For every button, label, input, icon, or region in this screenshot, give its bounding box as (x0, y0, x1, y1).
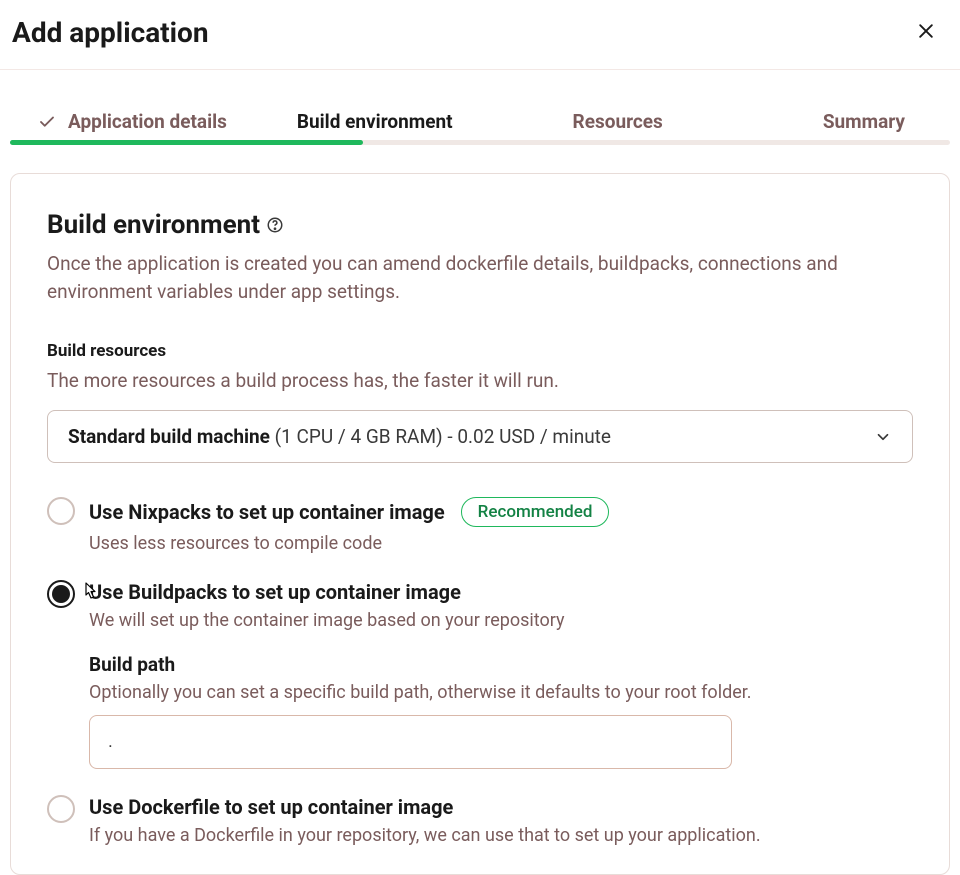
option-content: Use Buildpacks to set up container image… (89, 580, 913, 769)
build-resources-title: Build resources (47, 341, 913, 361)
section-title-row: Build environment (47, 210, 913, 240)
recommended-badge: Recommended (461, 497, 610, 527)
option-dockerfile[interactable]: Use Dockerfile to set up container image… (47, 795, 913, 846)
stepper: Application details Build environment Re… (0, 98, 960, 145)
select-value: Standard build machine (1 CPU / 4 GB RAM… (68, 425, 611, 448)
radio-nixpacks[interactable] (47, 497, 75, 525)
content-card: Build environment Once the application i… (10, 173, 950, 875)
chevron-down-icon (874, 428, 892, 446)
build-machine-select[interactable]: Standard build machine (1 CPU / 4 GB RAM… (47, 410, 913, 463)
option-content: Use Nixpacks to set up container image R… (89, 497, 913, 554)
close-icon (916, 21, 936, 41)
option-buildpacks[interactable]: Use Buildpacks to set up container image… (47, 580, 913, 769)
step-summary[interactable]: Summary (823, 98, 905, 145)
option-label: Use Dockerfile to set up container image (89, 795, 453, 819)
close-button[interactable] (912, 17, 940, 48)
radio-buildpacks[interactable] (47, 580, 75, 608)
step-label: Resources (573, 110, 663, 133)
build-path-input[interactable] (89, 715, 732, 769)
select-value-rest: (1 CPU / 4 GB RAM) - 0.02 USD / minute (270, 425, 611, 448)
build-path-field: Build path Optionally you can set a spec… (89, 653, 913, 769)
step-label: Application details (68, 110, 227, 133)
step-build-environment[interactable]: Build environment (297, 98, 453, 145)
section-title: Build environment (47, 210, 260, 240)
step-label: Build environment (297, 110, 453, 133)
select-value-strong: Standard build machine (68, 425, 270, 448)
modal-title: Add application (12, 16, 209, 49)
progress-fill (10, 140, 363, 145)
option-nixpacks[interactable]: Use Nixpacks to set up container image R… (47, 497, 913, 554)
build-resources-section: Build resources The more resources a bui… (47, 341, 913, 463)
check-icon (38, 113, 56, 131)
step-resources[interactable]: Resources (573, 98, 663, 145)
option-description: We will set up the container image based… (89, 610, 913, 631)
section-description: Once the application is created you can … (47, 250, 913, 305)
option-label: Use Nixpacks to set up container image (89, 500, 445, 524)
build-path-description: Optionally you can set a specific build … (89, 682, 913, 703)
step-label: Summary (823, 110, 905, 133)
help-icon[interactable] (266, 216, 284, 234)
build-resources-description: The more resources a build process has, … (47, 369, 913, 392)
option-description: If you have a Dockerfile in your reposit… (89, 825, 913, 846)
option-content: Use Dockerfile to set up container image… (89, 795, 913, 846)
option-description: Uses less resources to compile code (89, 533, 913, 554)
radio-dockerfile[interactable] (47, 795, 75, 823)
build-method-radio-group: Use Nixpacks to set up container image R… (47, 497, 913, 846)
option-label: Use Buildpacks to set up container image (89, 580, 461, 604)
modal-header: Add application (0, 0, 960, 70)
build-path-label: Build path (89, 653, 913, 676)
step-application-details[interactable]: Application details (38, 98, 227, 145)
progress-track (10, 140, 950, 145)
